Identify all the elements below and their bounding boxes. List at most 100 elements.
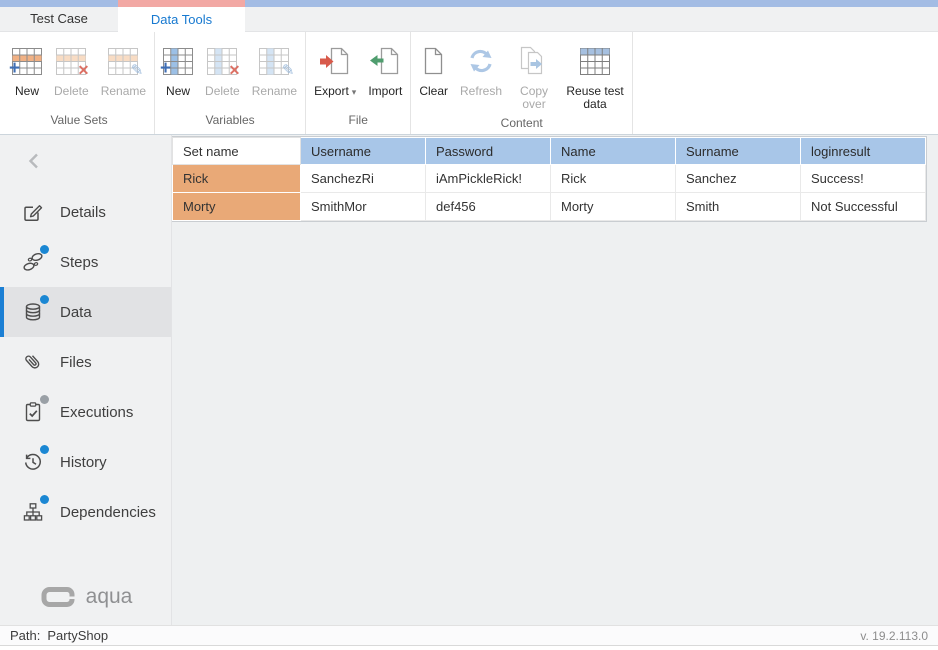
ribbon-group-label: Content — [413, 113, 630, 137]
value-sets-rename-button[interactable]: ✎ Rename — [95, 38, 152, 100]
sidebar-item-executions[interactable]: Executions — [0, 387, 171, 437]
sidebar-item-label: History — [60, 454, 107, 471]
aqua-logo-icon — [39, 583, 77, 611]
table-cell[interactable]: iAmPickleRick! — [426, 165, 551, 193]
dropdown-caret-icon: ▾ — [352, 87, 357, 97]
button-label: Export▾ — [314, 85, 356, 99]
ribbon-group-file: Export▾ Import File — [306, 32, 411, 134]
notification-badge — [40, 295, 49, 304]
ribbon-group-variables: + New ✕ Delete — [155, 32, 306, 134]
tab-test-case[interactable]: Test Case — [0, 7, 118, 31]
sidebar-item-label: Executions — [60, 404, 133, 421]
table-cell[interactable]: Success! — [801, 165, 926, 193]
button-label: Import — [368, 85, 402, 98]
table-cell[interactable]: Not Successful — [801, 193, 926, 221]
active-tab-accent — [118, 0, 245, 7]
ribbon-group-label: File — [308, 110, 408, 134]
delete-x-icon: ✕ — [78, 63, 90, 77]
variables-delete-button[interactable]: ✕ Delete — [199, 38, 246, 100]
notification-badge — [40, 395, 49, 404]
history-icon — [21, 450, 45, 474]
notification-badge — [40, 445, 49, 454]
button-label: Refresh — [460, 85, 502, 98]
chevron-left-icon — [24, 150, 44, 172]
clear-button[interactable]: Clear — [413, 38, 454, 100]
sidebar-item-label: Details — [60, 204, 106, 221]
copy-pages-icon — [518, 46, 550, 76]
plus-icon: + — [9, 59, 20, 78]
table-cell[interactable]: Morty — [551, 193, 676, 221]
import-file-icon — [369, 46, 401, 76]
main-area: Details Steps — [0, 135, 938, 625]
reuse-test-data-button[interactable]: Reuse test data — [560, 38, 630, 113]
data-table: Set name Username Password Name Surname … — [172, 137, 926, 221]
table-cell[interactable]: SmithMor — [301, 193, 426, 221]
variables-new-button[interactable]: + New — [157, 38, 199, 100]
header-row: Set name Username Password Name Surname … — [173, 138, 926, 165]
sidebar-item-details[interactable]: Details — [0, 187, 171, 237]
button-label: Copy over — [514, 85, 554, 111]
status-bar: Path: PartyShop v. 19.2.113.0 — [0, 625, 938, 645]
sidebar-item-files[interactable]: Files — [0, 337, 171, 387]
ribbon-group-label: Variables — [157, 110, 303, 134]
column-header-name[interactable]: Name — [551, 138, 676, 165]
button-label: Rename — [101, 85, 146, 98]
copy-over-button[interactable]: Copy over — [508, 38, 560, 113]
export-button[interactable]: Export▾ — [308, 38, 362, 101]
delete-x-icon: ✕ — [229, 63, 241, 77]
path-label: Path: — [10, 628, 40, 643]
button-label: Rename — [252, 85, 297, 98]
column-header-password[interactable]: Password — [426, 138, 551, 165]
aqua-logo: aqua — [0, 583, 171, 625]
column-header-set-name[interactable]: Set name — [173, 138, 301, 165]
variables-rename-button[interactable]: ✎ Rename — [246, 38, 303, 100]
sidebar-item-label: Dependencies — [60, 504, 156, 521]
ribbon: + New ✕ Delete — [0, 32, 938, 135]
set-name-cell[interactable]: Rick — [173, 165, 301, 193]
refresh-button[interactable]: Refresh — [454, 38, 508, 100]
blank-page-icon — [422, 46, 446, 76]
ribbon-group-content: Clear Refresh — [411, 32, 633, 134]
column-header-loginresult[interactable]: loginresult — [801, 138, 926, 165]
button-label: New — [15, 85, 39, 98]
column-header-username[interactable]: Username — [301, 138, 426, 165]
value-sets-delete-button[interactable]: ✕ Delete — [48, 38, 95, 100]
value-sets-new-button[interactable]: + New — [6, 38, 48, 100]
sidebar-item-steps[interactable]: Steps — [0, 237, 171, 287]
button-label: Reuse test data — [566, 85, 624, 111]
sidebar-item-data[interactable]: Data — [0, 287, 171, 337]
table-row: Rick SanchezRi iAmPickleRick! Rick Sanch… — [173, 165, 926, 193]
table-cell[interactable]: def456 — [426, 193, 551, 221]
content-area: Set name Username Password Name Surname … — [172, 135, 938, 625]
pencil-icon: ✎ — [282, 63, 295, 78]
refresh-icon — [466, 47, 496, 75]
import-button[interactable]: Import — [362, 38, 408, 100]
ribbon-group-value-sets: + New ✕ Delete — [4, 32, 155, 134]
clipboard-check-icon — [21, 400, 45, 424]
table-cell[interactable]: Sanchez — [676, 165, 801, 193]
edit-icon — [21, 200, 45, 224]
notification-badge — [40, 495, 49, 504]
plus-icon: + — [160, 59, 171, 78]
button-label: New — [166, 85, 190, 98]
path-value: PartyShop — [47, 628, 108, 643]
table-cell[interactable]: SanchezRi — [301, 165, 426, 193]
column-header-surname[interactable]: Surname — [676, 138, 801, 165]
table-header-icon — [580, 48, 610, 75]
collapse-sidebar-button[interactable] — [0, 135, 171, 187]
version-label: v. 19.2.113.0 — [860, 629, 928, 643]
sidebar-item-history[interactable]: History — [0, 437, 171, 487]
table-row: Morty SmithMor def456 Morty Smith Not Su… — [173, 193, 926, 221]
sidebar-item-label: Data — [60, 304, 92, 321]
window-bottom-edge — [0, 645, 938, 650]
set-name-cell[interactable]: Morty — [173, 193, 301, 221]
pencil-icon: ✎ — [131, 63, 144, 78]
table-cell[interactable]: Rick — [551, 165, 676, 193]
button-label: Delete — [205, 85, 240, 98]
button-label: Delete — [54, 85, 89, 98]
ribbon-tab-bar: Test Case Data Tools — [0, 7, 938, 32]
sidebar-item-dependencies[interactable]: Dependencies — [0, 487, 171, 537]
table-cell[interactable]: Smith — [676, 193, 801, 221]
sidebar: Details Steps — [0, 135, 172, 625]
tab-data-tools[interactable]: Data Tools — [118, 7, 245, 32]
